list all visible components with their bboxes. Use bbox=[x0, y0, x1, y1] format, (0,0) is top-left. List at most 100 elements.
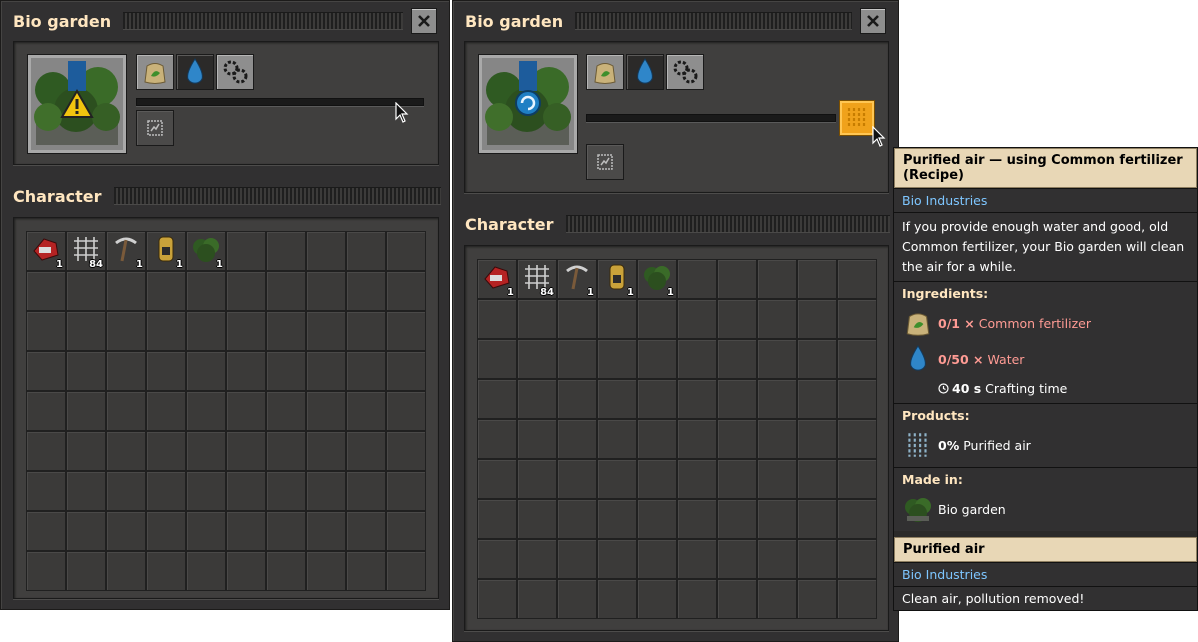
window-titlebar[interactable]: Bio garden bbox=[1, 1, 449, 41]
inventory-slot[interactable] bbox=[557, 579, 597, 619]
inventory-slot[interactable] bbox=[306, 551, 346, 591]
inventory-slot[interactable] bbox=[106, 551, 146, 591]
inventory-slot[interactable] bbox=[386, 231, 426, 271]
drag-handle[interactable] bbox=[575, 12, 852, 30]
inventory-slot[interactable] bbox=[637, 459, 677, 499]
inventory-slot[interactable] bbox=[517, 339, 557, 379]
output-slot[interactable] bbox=[586, 144, 624, 180]
inventory-slot[interactable] bbox=[146, 271, 186, 311]
inventory-slot[interactable] bbox=[637, 499, 677, 539]
inventory-slot[interactable]: 1 bbox=[26, 231, 66, 271]
recipe-selector-button[interactable] bbox=[839, 100, 875, 136]
inventory-slot[interactable] bbox=[106, 311, 146, 351]
inventory-slot[interactable] bbox=[757, 299, 797, 339]
entity-preview[interactable] bbox=[27, 54, 127, 154]
inventory-slot[interactable] bbox=[106, 351, 146, 391]
inventory-slot[interactable] bbox=[306, 271, 346, 311]
inventory-slot[interactable] bbox=[226, 231, 266, 271]
inventory-slot[interactable] bbox=[26, 511, 66, 551]
inventory-slot[interactable] bbox=[757, 379, 797, 419]
inventory-slot[interactable] bbox=[266, 431, 306, 471]
inventory-slot[interactable] bbox=[26, 551, 66, 591]
inventory-slot[interactable] bbox=[837, 339, 877, 379]
water-input-slot[interactable] bbox=[176, 54, 214, 90]
inventory-slot[interactable] bbox=[757, 339, 797, 379]
inventory-slot[interactable] bbox=[26, 311, 66, 351]
inventory-slot[interactable] bbox=[146, 431, 186, 471]
fertilizer-input-slot[interactable] bbox=[586, 54, 624, 90]
inventory-slot[interactable] bbox=[797, 459, 837, 499]
inventory-slot[interactable]: 1 bbox=[557, 259, 597, 299]
inventory-slot[interactable] bbox=[146, 311, 186, 351]
inventory-slot[interactable] bbox=[757, 499, 797, 539]
inventory-slot[interactable] bbox=[346, 471, 386, 511]
output-slot[interactable] bbox=[136, 110, 174, 146]
inventory-slot[interactable] bbox=[717, 259, 757, 299]
inventory-slot[interactable] bbox=[146, 471, 186, 511]
inventory-slot[interactable] bbox=[106, 471, 146, 511]
inventory-slot[interactable] bbox=[26, 471, 66, 511]
inventory-slot[interactable] bbox=[146, 351, 186, 391]
inventory-slot[interactable] bbox=[557, 299, 597, 339]
inventory-slot[interactable] bbox=[837, 539, 877, 579]
inventory-slot[interactable] bbox=[717, 299, 757, 339]
inventory-slot[interactable] bbox=[717, 539, 757, 579]
inventory-slot[interactable] bbox=[266, 231, 306, 271]
inventory-slot[interactable] bbox=[186, 311, 226, 351]
inventory-slot[interactable] bbox=[677, 259, 717, 299]
inventory-slot[interactable] bbox=[477, 539, 517, 579]
fertilizer-input-slot[interactable] bbox=[136, 54, 174, 90]
inventory-slot[interactable] bbox=[226, 551, 266, 591]
inventory-slot[interactable] bbox=[186, 351, 226, 391]
inventory-slot[interactable] bbox=[26, 431, 66, 471]
inventory-slot[interactable] bbox=[557, 539, 597, 579]
inventory-slot[interactable] bbox=[106, 511, 146, 551]
inventory-slot[interactable] bbox=[386, 471, 426, 511]
inventory-slot[interactable] bbox=[266, 471, 306, 511]
inventory-slot[interactable] bbox=[517, 499, 557, 539]
inventory-slot[interactable] bbox=[717, 459, 757, 499]
inventory-slot[interactable] bbox=[517, 379, 557, 419]
inventory-slot[interactable] bbox=[266, 311, 306, 351]
inventory-slot[interactable] bbox=[637, 379, 677, 419]
inventory-slot[interactable] bbox=[386, 311, 426, 351]
inventory-slot[interactable] bbox=[477, 419, 517, 459]
inventory-slot[interactable] bbox=[597, 579, 637, 619]
inventory-slot[interactable] bbox=[797, 579, 837, 619]
inventory-slot[interactable]: 1 bbox=[106, 231, 146, 271]
inventory-slot[interactable] bbox=[557, 379, 597, 419]
inventory-slot[interactable] bbox=[266, 511, 306, 551]
inventory-slot[interactable] bbox=[146, 551, 186, 591]
inventory-slot[interactable] bbox=[306, 511, 346, 551]
inventory-slot[interactable] bbox=[66, 351, 106, 391]
inventory-slot[interactable] bbox=[186, 551, 226, 591]
inventory-slot[interactable] bbox=[517, 539, 557, 579]
inventory-slot[interactable] bbox=[66, 391, 106, 431]
inventory-slot[interactable] bbox=[557, 459, 597, 499]
inventory-slot[interactable] bbox=[146, 391, 186, 431]
inventory-slot[interactable] bbox=[266, 391, 306, 431]
inventory-slot[interactable] bbox=[226, 511, 266, 551]
inventory-slot[interactable] bbox=[637, 339, 677, 379]
inventory-slot[interactable] bbox=[597, 459, 637, 499]
inventory-slot[interactable] bbox=[557, 419, 597, 459]
inventory-slot[interactable] bbox=[757, 579, 797, 619]
inventory-slot[interactable] bbox=[346, 271, 386, 311]
inventory-slot[interactable] bbox=[106, 431, 146, 471]
inventory-slot[interactable] bbox=[477, 299, 517, 339]
inventory-slot[interactable] bbox=[797, 339, 837, 379]
inventory-slot[interactable]: 1 bbox=[477, 259, 517, 299]
inventory-slot[interactable] bbox=[797, 299, 837, 339]
inventory-slot[interactable] bbox=[386, 551, 426, 591]
inventory-slot[interactable] bbox=[597, 419, 637, 459]
inventory-slot[interactable] bbox=[797, 259, 837, 299]
inventory-slot[interactable] bbox=[677, 339, 717, 379]
inventory-slot[interactable] bbox=[306, 231, 346, 271]
inventory-slot[interactable] bbox=[386, 431, 426, 471]
inventory-slot[interactable] bbox=[837, 579, 877, 619]
inventory-slot[interactable] bbox=[66, 271, 106, 311]
inventory-slot[interactable] bbox=[837, 379, 877, 419]
inventory-slot[interactable] bbox=[637, 419, 677, 459]
inventory-slot[interactable] bbox=[346, 551, 386, 591]
water-input-slot[interactable] bbox=[626, 54, 664, 90]
